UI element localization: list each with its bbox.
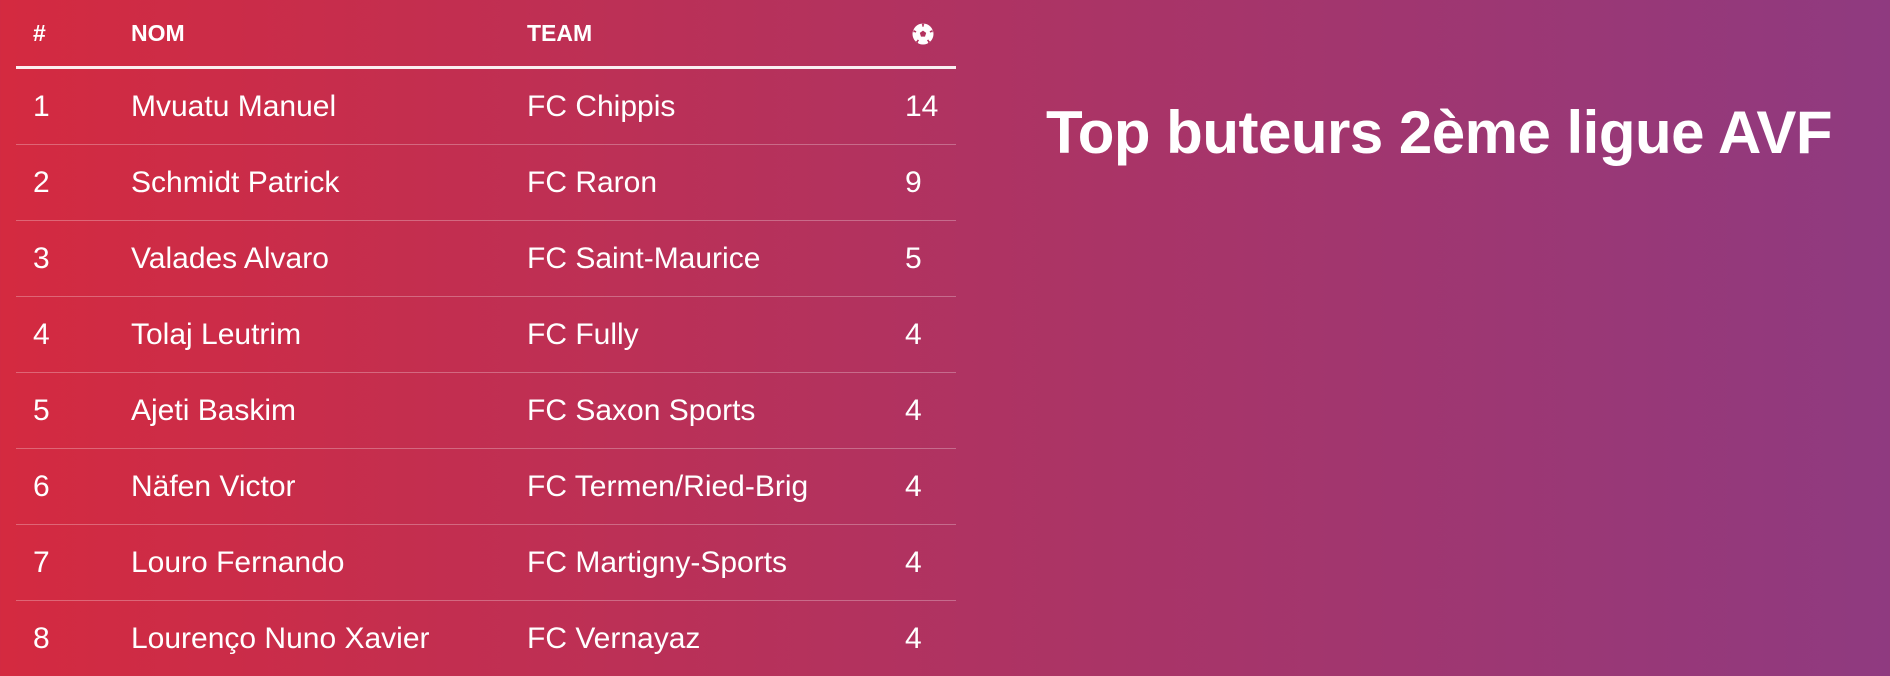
- rank-cell: 4: [16, 297, 131, 373]
- team-column-header: TEAM: [527, 0, 905, 68]
- table-header: # NOM TEAM: [16, 0, 956, 68]
- team-cell: FC Saint-Maurice: [527, 221, 905, 297]
- page-title: Top buteurs 2ème ligue AVF: [1046, 98, 1832, 167]
- goals-cell: 4: [905, 297, 956, 373]
- team-cell: FC Raron: [527, 145, 905, 221]
- goals-cell: 5: [905, 221, 956, 297]
- player-name-cell: Näfen Victor: [131, 449, 527, 525]
- rank-cell: 6: [16, 449, 131, 525]
- team-cell: FC Termen/Ried-Brig: [527, 449, 905, 525]
- rank-cell: 1: [16, 68, 131, 145]
- table-row: 8 Lourenço Nuno Xavier FC Vernayaz 4: [16, 601, 956, 676]
- goals-cell: 4: [905, 449, 956, 525]
- rank-cell: 3: [16, 221, 131, 297]
- table-body: 1 Mvuatu Manuel FC Chippis 14 2 Schmidt …: [16, 68, 956, 676]
- table-row: 5 Ajeti Baskim FC Saxon Sports 4: [16, 373, 956, 449]
- team-cell: FC Saxon Sports: [527, 373, 905, 449]
- goals-cell: 4: [905, 525, 956, 601]
- goals-cell: 14: [905, 68, 956, 145]
- player-name-cell: Schmidt Patrick: [131, 145, 527, 221]
- soccer-ball-icon: [911, 22, 935, 46]
- team-cell: FC Martigny-Sports: [527, 525, 905, 601]
- team-cell: FC Chippis: [527, 68, 905, 145]
- name-column-header: NOM: [131, 0, 527, 68]
- team-cell: FC Vernayaz: [527, 601, 905, 676]
- rank-cell: 2: [16, 145, 131, 221]
- table-row: 7 Louro Fernando FC Martigny-Sports 4: [16, 525, 956, 601]
- player-name-cell: Ajeti Baskim: [131, 373, 527, 449]
- player-name-cell: Mvuatu Manuel: [131, 68, 527, 145]
- rank-column-header: #: [16, 0, 131, 68]
- rank-cell: 8: [16, 601, 131, 676]
- table-row: 1 Mvuatu Manuel FC Chippis 14: [16, 68, 956, 145]
- rank-cell: 5: [16, 373, 131, 449]
- player-name-cell: Louro Fernando: [131, 525, 527, 601]
- table-row: 3 Valades Alvaro FC Saint-Maurice 5: [16, 221, 956, 297]
- player-name-cell: Lourenço Nuno Xavier: [131, 601, 527, 676]
- goals-cell: 9: [905, 145, 956, 221]
- header-row: # NOM TEAM: [16, 0, 956, 68]
- table-row: 2 Schmidt Patrick FC Raron 9: [16, 145, 956, 221]
- player-name-cell: Tolaj Leutrim: [131, 297, 527, 373]
- goals-cell: 4: [905, 373, 956, 449]
- player-name-cell: Valades Alvaro: [131, 221, 527, 297]
- table-row: 4 Tolaj Leutrim FC Fully 4: [16, 297, 956, 373]
- team-cell: FC Fully: [527, 297, 905, 373]
- top-scorers-table: # NOM TEAM: [16, 0, 956, 676]
- rank-cell: 7: [16, 525, 131, 601]
- goals-cell: 4: [905, 601, 956, 676]
- table-row: 6 Näfen Victor FC Termen/Ried-Brig 4: [16, 449, 956, 525]
- goals-column-header: [905, 0, 956, 68]
